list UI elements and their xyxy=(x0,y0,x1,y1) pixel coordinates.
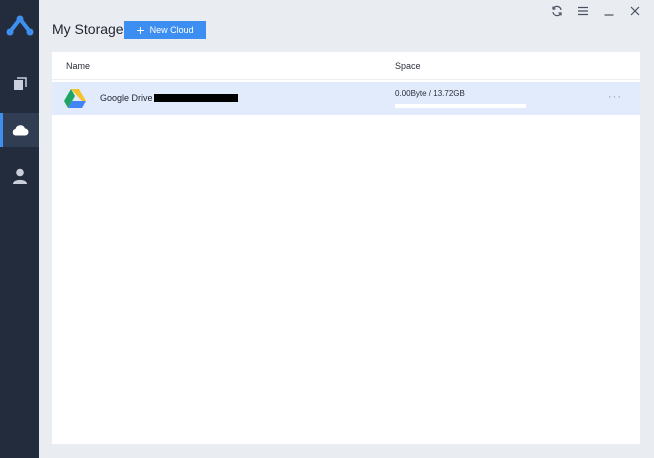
cloud-icon xyxy=(12,125,28,136)
sidebar-item-tasks[interactable] xyxy=(0,67,39,101)
redacted-account xyxy=(153,94,238,102)
page-title: My Storage xyxy=(52,21,124,37)
table-header: Name Space xyxy=(52,52,640,80)
space-usage-bar xyxy=(395,104,526,108)
table-row[interactable]: Google Drive 0.00Byte / 13.72GB ··· xyxy=(52,82,640,115)
storage-panel: Name Space Google Drive 0.00Byte / 13.72… xyxy=(52,52,640,444)
refresh-icon xyxy=(552,5,562,17)
minimize-button[interactable] xyxy=(596,2,622,20)
close-button[interactable] xyxy=(622,2,648,20)
sidebar-item-account[interactable] xyxy=(0,159,39,193)
sidebar xyxy=(0,0,39,458)
column-header-space: Space xyxy=(395,61,421,71)
user-icon xyxy=(12,168,27,184)
space-text: 0.00Byte / 13.72GB xyxy=(395,89,465,98)
close-icon xyxy=(630,6,640,16)
cloud-name-text: Google Drive xyxy=(100,93,153,103)
new-cloud-button[interactable]: + New Cloud xyxy=(124,21,206,39)
cloud-name: Google Drive xyxy=(100,93,238,103)
sidebar-item-my-storage[interactable] xyxy=(0,113,39,147)
refresh-button[interactable] xyxy=(544,2,570,20)
more-options-button[interactable]: ··· xyxy=(608,91,622,103)
menu-button[interactable] xyxy=(570,2,596,20)
window-controls xyxy=(544,2,648,20)
menu-icon xyxy=(578,6,588,16)
plus-icon: + xyxy=(136,21,145,38)
main-area: My Storage + New Cloud Name Space Google… xyxy=(39,0,654,458)
column-header-name: Name xyxy=(66,61,91,71)
copy-icon xyxy=(13,77,27,90)
new-cloud-label: New Cloud xyxy=(149,25,194,35)
app-logo-icon xyxy=(6,15,34,36)
google-drive-icon xyxy=(64,89,86,108)
minimize-icon xyxy=(604,14,614,16)
